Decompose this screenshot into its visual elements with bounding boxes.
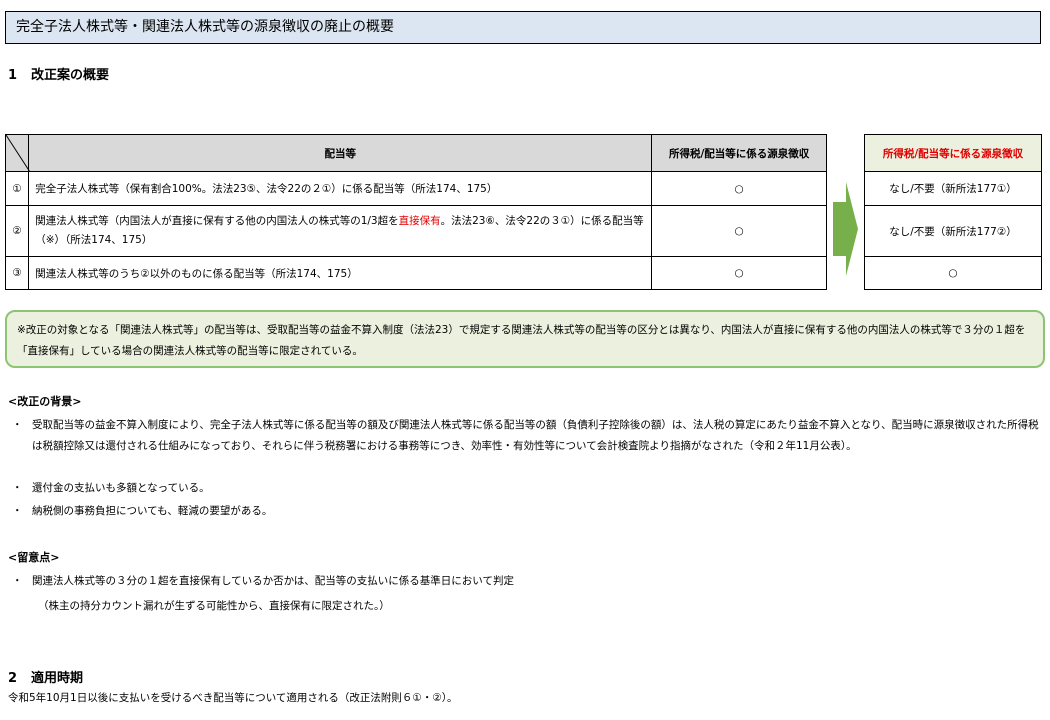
note-box: ※改正の対象となる「関連法人株式等」の配当等は、受取配当等の益金不算入制度（法法…	[5, 310, 1045, 368]
row-current-value: ○	[651, 171, 827, 206]
row-index: ③	[4, 256, 30, 290]
table-row: ① 完全子法人株式等（保有割合100%。法法23⑤、法令22の２①）に係る配当等…	[4, 171, 827, 206]
right-arrow-icon	[833, 182, 858, 276]
bullet-icon: ・	[12, 419, 23, 431]
table-row: なし/不要（新所法177①）	[864, 171, 1042, 206]
section-2-heading: 2 適用時期	[8, 667, 83, 686]
header-current-withholding: 所得税/配当等に係る源泉徴収	[651, 134, 827, 172]
table-row: ③ 関連法人株式等のうち②以外のものに係る配当等（所法174、175） ○	[4, 256, 827, 290]
diagonal-header-cell	[4, 134, 30, 172]
table-row: ② 関連法人株式等（内国法人が直接に保有する他の内国法人の株式等の1/3超を直接…	[4, 205, 827, 257]
table-row: ○	[864, 256, 1042, 290]
list-item-sub: （株主の持分カウント漏れが生ずる可能性から、直接保有に限定された。）	[12, 596, 1040, 617]
list-item: ・ 納税側の事務負担についても、軽減の要望がある。	[12, 501, 1040, 522]
row-index: ①	[4, 171, 30, 206]
row-new-value: なし/不要（新所法177②）	[864, 205, 1042, 257]
page-title: 完全子法人株式等・関連法人株式等の源泉徴収の廃止の概要	[5, 11, 1041, 44]
section-1-number: 1	[8, 68, 18, 83]
row-new-value: ○	[864, 256, 1042, 290]
list-item-text: 受取配当等の益金不算入制度により、完全子法人株式等に係る配当等の額及び関連法人株…	[32, 419, 1039, 452]
row-current-value: ○	[651, 256, 827, 290]
list-item-text: 還付金の支払いも多額となっている。	[32, 482, 210, 494]
header-dividend: 配当等	[28, 134, 653, 172]
section-1-heading: 1 改正案の概要	[8, 64, 109, 83]
row-text-highlight: 直接保有	[398, 215, 441, 227]
list-item: ・ 関連法人株式等の３分の１超を直接保有しているか否かは、配当等の支払いに係る基…	[12, 571, 1040, 592]
table-row: なし/不要（新所法177②）	[864, 205, 1042, 257]
new-table: 所得税/配当等に係る源泉徴収 なし/不要（新所法177①） なし/不要（新所法1…	[864, 134, 1042, 290]
bullet-icon: ・	[12, 575, 23, 587]
table-header-row: 配当等 所得税/配当等に係る源泉徴収	[4, 134, 827, 172]
row-current-value: ○	[651, 205, 827, 257]
section-2-label: 適用時期	[31, 671, 84, 686]
list-item-text: 納税側の事務負担についても、軽減の要望がある。	[32, 505, 273, 517]
list-item: ・ 受取配当等の益金不算入制度により、完全子法人株式等に係る配当等の額及び関連法…	[12, 415, 1040, 457]
header-new-withholding: 所得税/配当等に係る源泉徴収	[864, 134, 1042, 172]
list-item: ・ 還付金の支払いも多額となっている。	[12, 478, 1040, 499]
bullet-icon: ・	[12, 505, 23, 517]
list-item-text: 関連法人株式等の３分の１超を直接保有しているか否かは、配当等の支払いに係る基準日…	[32, 575, 514, 587]
section-1-label: 改正案の概要	[31, 68, 110, 83]
diagonal-line-icon	[6, 135, 30, 172]
current-table: 配当等 所得税/配当等に係る源泉徴収 ① 完全子法人株式等（保有割合100%。法…	[4, 134, 827, 290]
section-2-number: 2	[8, 671, 18, 686]
table-header-row: 所得税/配当等に係る源泉徴収	[864, 134, 1042, 172]
row-description: 関連法人株式等のうち②以外のものに係る配当等（所法174、175）	[28, 256, 653, 290]
row-description: 完全子法人株式等（保有割合100%。法法23⑤、法令22の２①）に係る配当等（所…	[28, 171, 653, 206]
bullet-icon: ・	[12, 482, 23, 494]
footer-text: 令和5年10月1日以後に支払いを受けるべき配当等について適用される（改正法附則６…	[8, 692, 458, 704]
notes-heading: <留意点>	[8, 551, 60, 564]
row-index: ②	[4, 205, 30, 257]
row-new-value: なし/不要（新所法177①）	[864, 171, 1042, 206]
list-item-subtext: （株主の持分カウント漏れが生ずる可能性から、直接保有に限定された。）	[38, 600, 390, 612]
row-description: 関連法人株式等（内国法人が直接に保有する他の内国法人の株式等の1/3超を直接保有…	[28, 205, 653, 257]
row-text-a: 関連法人株式等（内国法人が直接に保有する他の内国法人の株式等の1/3超を	[35, 215, 399, 227]
background-heading: <改正の背景>	[8, 395, 82, 408]
